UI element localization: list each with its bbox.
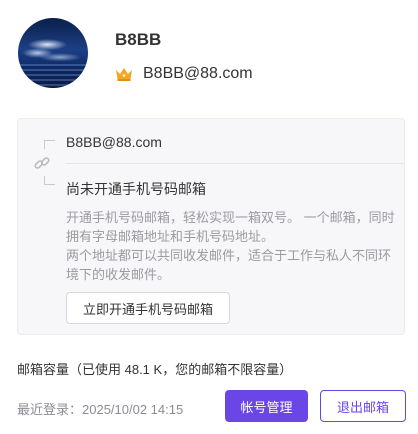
- card-email: B8BB@88.com: [66, 134, 162, 150]
- card-divider: [66, 163, 404, 164]
- description-line-2: 两个地址都可以共同收发邮件，适合于工作与私人不同环境下的收发邮件。: [66, 248, 392, 282]
- account-management-button[interactable]: 帐号管理: [225, 390, 308, 422]
- phone-mailbox-status: 尚未开通手机号码邮箱: [66, 181, 206, 197]
- logout-button[interactable]: 退出邮箱: [320, 390, 406, 422]
- profile-email-line: B8BB@88.com: [115, 65, 253, 83]
- avatar-water-decoration: [18, 64, 88, 88]
- open-phone-mailbox-button[interactable]: 立即开通手机号码邮箱: [66, 292, 230, 324]
- mailbox-capacity: 邮箱容量（已使用 48.1 K，您的邮箱不限容量）: [17, 362, 293, 377]
- link-icon: [33, 154, 51, 172]
- avatar[interactable]: [18, 18, 88, 88]
- phone-mailbox-description: 开通手机号码邮箱，轻松实现一箱双号。 一个邮箱，同时拥有字母邮箱地址和手机号码地…: [66, 208, 396, 284]
- profile-email: B8BB@88.com: [143, 65, 253, 82]
- description-line-1: 开通手机号码邮箱，轻松实现一箱双号。 一个邮箱，同时拥有字母邮箱地址和手机号码地…: [66, 210, 395, 244]
- last-login: 最近登录：2025/10/02 14:15: [17, 402, 184, 417]
- username: B8BB: [115, 30, 162, 49]
- bracket-bottom-decoration: [44, 176, 55, 185]
- mailbox-card: B8BB@88.com 尚未开通手机号码邮箱 开通手机号码邮箱，轻松实现一箱双号…: [17, 118, 405, 335]
- bracket-top-decoration: [44, 140, 55, 149]
- crown-icon: [115, 66, 133, 82]
